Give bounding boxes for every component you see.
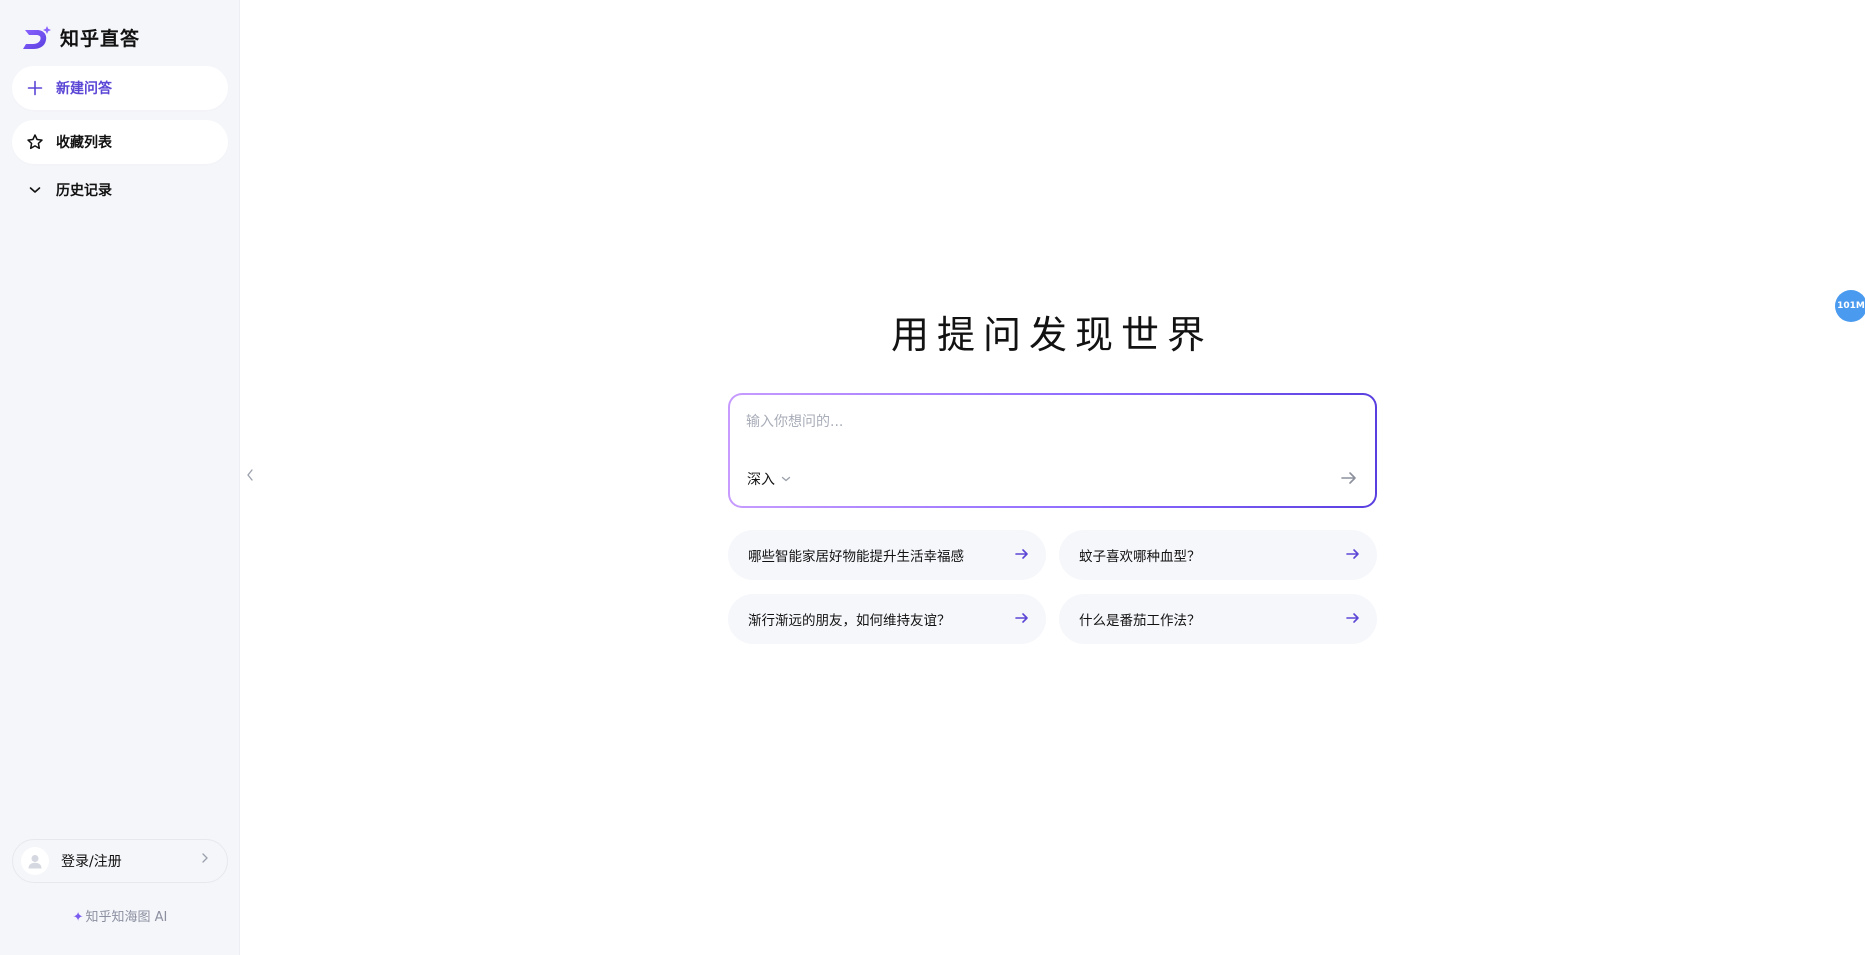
logo[interactable]: 知乎直答 [22, 24, 140, 51]
collapse-sidebar-button[interactable] [246, 468, 254, 486]
mode-select[interactable]: 深入 [747, 469, 791, 489]
suggestion-text: 蚊子喜欢哪种血型？ [1079, 549, 1201, 565]
arrow-right-icon [1014, 546, 1030, 566]
new-chat-label: 新建问答 [56, 81, 112, 97]
login-label: 登录/注册 [61, 854, 122, 870]
chevron-down-icon [781, 473, 791, 486]
suggestion-item[interactable]: 什么是番茄工作法？ [1059, 594, 1377, 644]
arrow-right-icon [1014, 610, 1030, 630]
chevron-left-icon [247, 469, 253, 481]
star-icon [26, 133, 44, 151]
question-input[interactable] [746, 409, 1346, 435]
sidebar-item-favorites[interactable]: 收藏列表 [12, 120, 228, 164]
sidebar: 知乎直答 新建问答 收藏列表 历史记录 登录/注册 ✦ 知乎知海图 AI [0, 0, 240, 955]
mode-select-value: 深入 [747, 472, 775, 488]
favorites-label: 收藏列表 [56, 135, 112, 151]
arrow-right-icon [1345, 546, 1361, 566]
login-button[interactable]: 登录/注册 [12, 839, 228, 883]
suggestion-text: 什么是番茄工作法？ [1079, 613, 1201, 629]
suggestion-item[interactable]: 蚊子喜欢哪种血型？ [1059, 530, 1377, 580]
suggestion-text: 渐行渐远的朋友，如何维持友谊？ [748, 613, 951, 629]
page-title: 用提问发现世界 [890, 313, 1213, 357]
avatar [21, 847, 49, 875]
arrow-right-icon [1341, 472, 1356, 484]
history-label: 历史记录 [56, 183, 112, 199]
suggestion-item[interactable]: 哪些智能家居好物能提升生活幸福感 [728, 530, 1046, 580]
footer-brand: ✦ 知乎知海图 AI [0, 906, 240, 925]
user-icon [28, 855, 42, 869]
zhida-logo-icon [22, 25, 52, 51]
app-name: 知乎直答 [60, 28, 141, 50]
chevron-down-icon [26, 181, 44, 199]
arrow-right-icon [1345, 610, 1361, 630]
send-button[interactable] [1337, 466, 1361, 490]
plus-icon [26, 79, 44, 97]
suggestion-item[interactable]: 渐行渐远的朋友，如何维持友谊？ [728, 594, 1046, 644]
sparkle-icon: ✦ [72, 910, 84, 925]
sidebar-item-history[interactable]: 历史记录 [12, 168, 228, 212]
question-input-inner: 深入 [730, 395, 1375, 506]
question-input-card: 深入 [728, 393, 1377, 508]
new-chat-button[interactable]: 新建问答 [12, 66, 228, 110]
footer-brand-label: 知乎知海图 AI [85, 910, 168, 925]
memory-badge[interactable]: 101M [1835, 290, 1865, 322]
suggestion-text: 哪些智能家居好物能提升生活幸福感 [748, 549, 964, 565]
chevron-right-icon [201, 852, 209, 868]
